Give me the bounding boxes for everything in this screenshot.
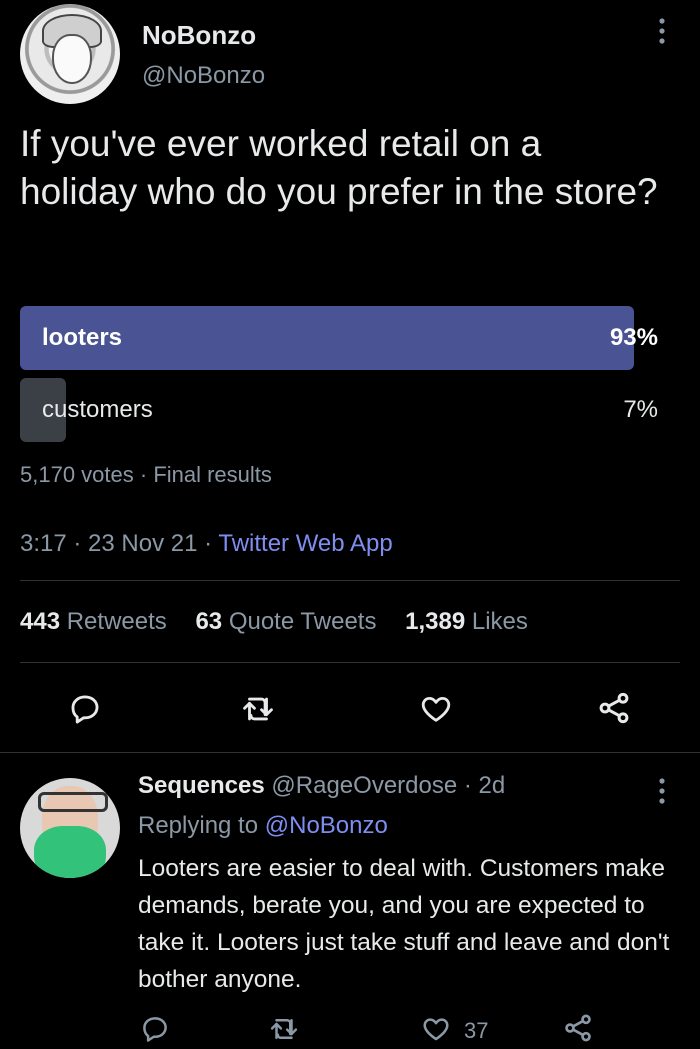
avatar-face — [52, 34, 92, 84]
reply-text: Looters are easier to deal with. Custome… — [138, 855, 670, 993]
retweets-label: Retweets — [66, 608, 167, 635]
author-avatar[interactable] — [20, 4, 120, 104]
author-handle[interactable]: @NoBonzo — [142, 62, 265, 90]
retweets-count: 443 — [20, 608, 61, 635]
avatar-beard — [34, 826, 106, 878]
reply-header: Sequences @RageOverdose · 2d — [138, 772, 505, 800]
replying-to-mention[interactable]: @NoBonzo — [265, 812, 388, 839]
engagement-stats: 443 Retweets 63 Quote Tweets 1,389 Likes — [20, 608, 550, 636]
poll-meta: 5,170 votes · Final results — [20, 462, 272, 488]
dot-separator: · — [66, 530, 89, 557]
tweet-source-app[interactable]: Twitter Web App — [218, 530, 392, 557]
share-icon[interactable] — [596, 690, 632, 726]
poll-option: looters 93% — [20, 306, 680, 370]
poll-option-label: looters — [42, 324, 123, 351]
more-options-icon[interactable] — [656, 776, 668, 806]
poll-option-percent: 7% — [623, 396, 658, 423]
replying-to: Replying to @NoBonzo — [138, 812, 388, 840]
replying-prefix: Replying to — [138, 812, 259, 839]
dot-separator: · — [133, 462, 154, 487]
quotes-count: 63 — [195, 608, 223, 635]
tweet-timestamp: 3:17 · 23 Nov 21 · Twitter Web App — [20, 530, 393, 558]
reply-author-avatar[interactable] — [20, 778, 120, 878]
heart-icon[interactable] — [418, 692, 454, 726]
retweets-stat[interactable]: 443 Retweets — [20, 608, 167, 635]
likes-stat[interactable]: 1,389 Likes — [405, 608, 528, 635]
divider — [0, 752, 700, 753]
author-name[interactable]: NoBonzo — [142, 20, 256, 51]
tweet-text: If you've ever worked retail on a holida… — [20, 123, 658, 212]
reply-like-count: 37 — [464, 1018, 489, 1043]
dot-separator: · — [457, 772, 479, 799]
share-icon[interactable] — [562, 1012, 594, 1044]
tweet-date[interactable]: 23 Nov 21 — [88, 530, 197, 557]
poll-option-label: customers — [42, 396, 153, 423]
poll-option-percent: 93% — [609, 324, 658, 351]
reply-icon[interactable] — [68, 692, 102, 726]
reply-author-handle[interactable]: @RageOverdose — [271, 772, 457, 799]
poll-status: Final results — [153, 462, 272, 487]
divider — [20, 662, 680, 663]
divider — [20, 580, 680, 581]
reply-author-name[interactable]: Sequences — [138, 772, 265, 799]
tweet-time[interactable]: 3:17 — [20, 530, 67, 557]
avatar-glasses — [38, 792, 108, 812]
poll-option: customers 7% — [20, 378, 680, 442]
poll-votes: 5,170 votes — [20, 462, 134, 487]
reply-icon[interactable] — [140, 1014, 170, 1044]
reply-age[interactable]: 2d — [479, 772, 506, 799]
likes-label: Likes — [471, 608, 528, 635]
quotes-label: Quote Tweets — [228, 608, 377, 635]
retweet-icon[interactable] — [268, 1014, 300, 1044]
quote-tweets-stat[interactable]: 63 Quote Tweets — [195, 608, 376, 635]
likes-count: 1,389 — [405, 608, 466, 635]
heart-icon[interactable] — [420, 1014, 452, 1044]
retweet-icon[interactable] — [240, 692, 276, 726]
more-options-icon[interactable] — [656, 16, 668, 46]
dot-separator: · — [197, 530, 219, 557]
